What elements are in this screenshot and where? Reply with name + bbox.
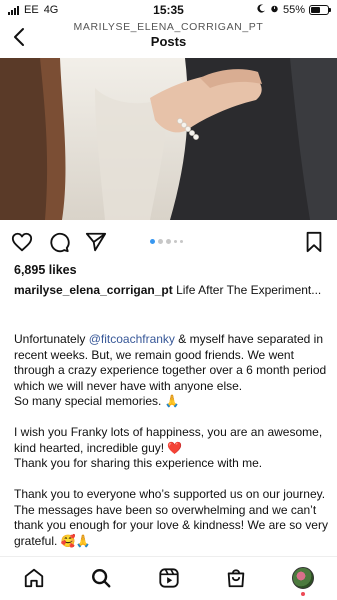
send-icon: [85, 232, 107, 252]
bookmark-icon: [306, 231, 322, 253]
carousel-indicator: [150, 239, 183, 244]
caption-paragraph-2: I wish you Franky lots of happiness, you…: [14, 425, 328, 472]
caption-paragraph-1: Unfortunately @fitcoachfranky & myself h…: [14, 332, 328, 410]
signal-icon: [8, 5, 19, 15]
network-label: 4G: [43, 4, 59, 16]
comment-icon: [50, 232, 70, 253]
carousel-dot: [166, 239, 171, 244]
status-bar: EE 4G 15:35 55%: [0, 0, 337, 20]
caption-text: Unfortunately: [14, 332, 89, 346]
share-button[interactable]: [84, 230, 108, 254]
reels-icon: [159, 568, 179, 588]
carrier-label: EE: [24, 4, 39, 16]
caption: marilyse_elena_corrigan_pt Life After Th…: [14, 283, 326, 299]
caption-body: Unfortunately @fitcoachfranky & myself h…: [14, 332, 328, 565]
nav-shop[interactable]: [223, 565, 249, 591]
status-right: 55%: [219, 4, 331, 16]
page-title: Posts: [150, 34, 187, 49]
caption-line: Thank you to everyone who’s supported us…: [14, 487, 328, 548]
like-button[interactable]: [10, 230, 34, 254]
battery-fill: [311, 7, 320, 13]
comment-button[interactable]: [47, 230, 71, 254]
caption-line: So many special memories. 🙏: [14, 394, 180, 408]
status-left: EE 4G: [8, 4, 118, 16]
chevron-left-icon: [14, 28, 24, 46]
likes-count[interactable]: 6,895 likes: [14, 263, 77, 277]
bottom-nav: [0, 556, 337, 600]
caption-title: Life After The Experiment...: [172, 283, 322, 297]
nav-search[interactable]: [88, 565, 114, 591]
nav-home[interactable]: [21, 565, 47, 591]
save-button[interactable]: [302, 230, 326, 254]
home-icon: [24, 568, 44, 588]
carousel-dot: [180, 240, 183, 243]
heart-icon: [11, 232, 33, 252]
caption-line: Unfortunately @fitcoachfranky & myself h…: [14, 332, 328, 394]
alarm-icon: [270, 4, 279, 16]
caption-line: I wish you Franky lots of happiness, you…: [14, 425, 323, 455]
carousel-dot: [158, 239, 163, 244]
carousel-dot: [150, 239, 155, 244]
post-image[interactable]: [0, 58, 337, 220]
battery-icon: [309, 5, 331, 15]
caption-paragraph-3: Thank you to everyone who’s supported us…: [14, 487, 328, 549]
caption-username[interactable]: marilyse_elena_corrigan_pt: [14, 283, 173, 297]
caption-line: Thank you for sharing this experience wi…: [14, 456, 263, 470]
status-time: 15:35: [153, 3, 184, 17]
nav-profile[interactable]: [290, 565, 316, 591]
wedding-photo: [0, 58, 337, 220]
search-icon: [92, 569, 111, 588]
notification-dot: [301, 592, 305, 596]
shop-icon: [227, 569, 245, 588]
header-title: MARILYSE_ELENA_CORRIGAN_PT Posts: [40, 21, 297, 49]
header: MARILYSE_ELENA_CORRIGAN_PT Posts: [0, 20, 337, 56]
battery-percent: 55%: [282, 4, 305, 16]
profile-avatar: [292, 567, 314, 589]
post-actions: [0, 228, 337, 256]
mention-link[interactable]: @fitcoachfranky: [89, 332, 175, 346]
header-username: MARILYSE_ELENA_CORRIGAN_PT: [73, 21, 264, 33]
moon-icon: [257, 4, 266, 16]
back-button[interactable]: [6, 24, 32, 50]
nav-reels[interactable]: [156, 565, 182, 591]
carousel-dot: [174, 240, 177, 243]
